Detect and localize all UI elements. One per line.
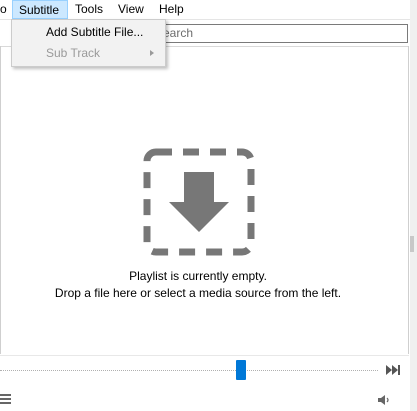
controls-separator [0,355,409,356]
down-arrow-drop-icon [169,172,229,232]
playlist-right-border [408,46,409,354]
next-frame-icon[interactable] [386,364,400,376]
menu-subtitle[interactable]: Subtitle [12,0,68,19]
splitter-handle[interactable] [410,236,414,252]
menu-media-partial[interactable]: o [0,0,13,19]
menu-tools[interactable]: Tools [69,0,109,19]
playlist-icon[interactable] [0,393,12,405]
menu-help[interactable]: Help [153,0,190,19]
menu-view[interactable]: View [112,0,150,19]
empty-playlist-message: Playlist is currently empty. [129,269,267,283]
menu-item-sub-track-label: Sub Track [46,46,101,60]
empty-playlist-hint: Drop a file here or select a media sourc… [54,286,342,300]
drop-zone-icon [143,148,255,256]
submenu-arrow-icon [150,50,154,56]
search-placeholder: earch [163,26,194,40]
menu-item-add-subtitle-file[interactable]: Add Subtitle File... [12,22,165,43]
playlist-left-border [0,46,1,354]
volume-icon[interactable] [378,394,392,406]
window-scroll-edge [410,0,417,411]
seek-slider-handle[interactable] [236,360,246,380]
menu-bar: o Subtitle Tools View Help [0,0,417,20]
subtitle-dropdown-menu: Add Subtitle File... Sub Track [11,19,166,67]
menu-item-sub-track[interactable]: Sub Track [12,43,165,64]
seek-slider-track[interactable] [0,370,378,372]
playlist-search-input[interactable]: earch [160,24,408,43]
